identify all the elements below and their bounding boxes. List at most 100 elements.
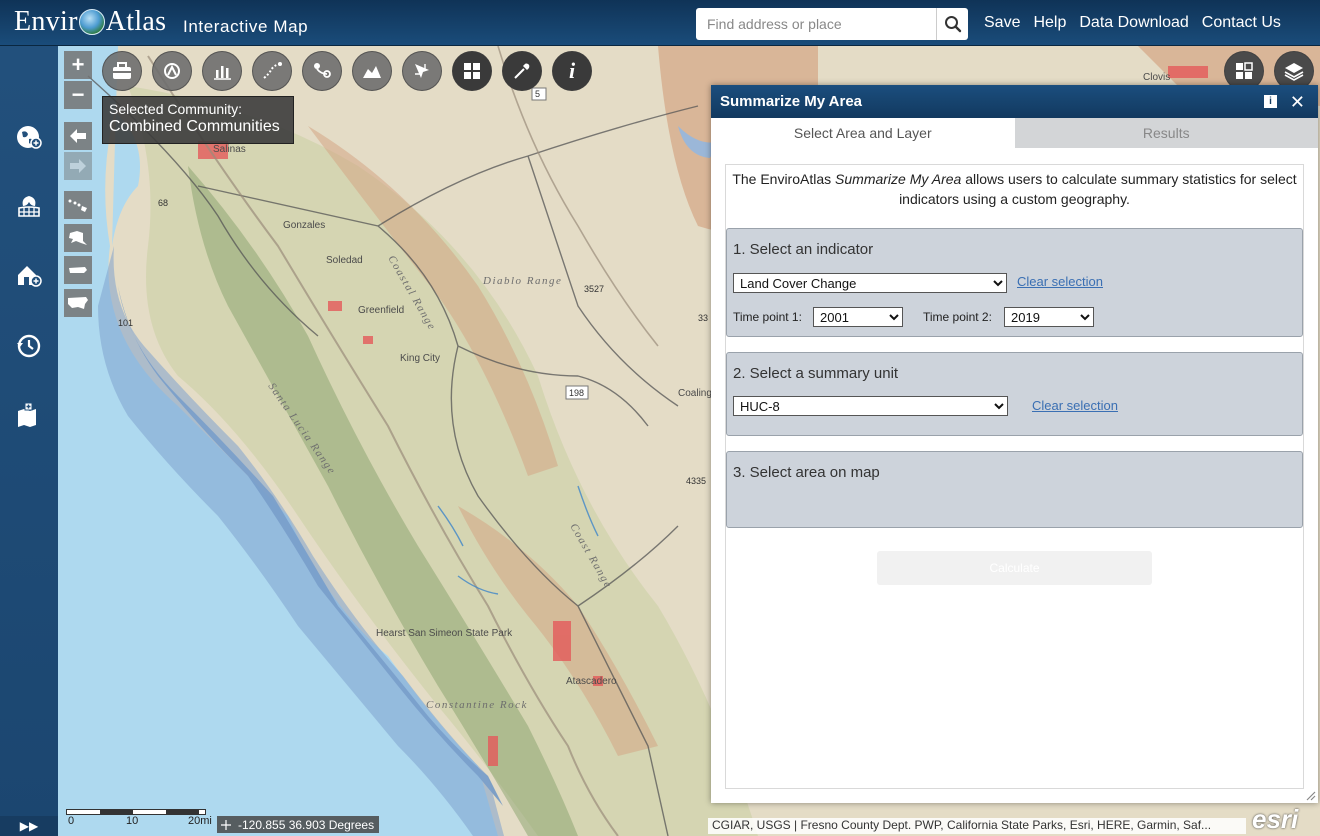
- grid-four-icon: [464, 63, 480, 79]
- map-label-king-city: King City: [400, 353, 440, 364]
- logo-text-right: Atlas: [105, 6, 167, 37]
- select-cursor-icon: [415, 64, 429, 78]
- panel-info-icon[interactable]: i: [1264, 95, 1277, 108]
- trace-path-icon: [263, 62, 282, 79]
- road-shield-68: 68: [158, 198, 168, 208]
- map-label-salinas: Salinas: [213, 144, 246, 155]
- elevation-4335: 4335: [686, 476, 706, 486]
- usa-icon: [68, 297, 88, 309]
- tab-results[interactable]: Results: [1014, 118, 1318, 148]
- add-map-layer-button[interactable]: [12, 398, 46, 432]
- enviroatlas-logo[interactable]: Envir Atlas: [14, 6, 166, 38]
- map-plus-icon: [18, 402, 36, 427]
- double-chevron-right-icon: ▶▶: [19, 819, 39, 833]
- tool-toolbox[interactable]: [102, 51, 142, 91]
- zoom-out-button[interactable]: −: [64, 81, 92, 109]
- clock-history-icon: [17, 334, 41, 358]
- tool-eyedropper[interactable]: [502, 51, 542, 91]
- time-point-1-select[interactable]: 2001: [813, 307, 903, 327]
- indicator-select[interactable]: Land Cover Change: [733, 273, 1007, 293]
- coordinate-value: -120.855 36.903 Degrees: [238, 817, 375, 832]
- selected-community-caption: Selected Community:: [109, 101, 243, 117]
- tool-identify-select[interactable]: [402, 51, 442, 91]
- map-label-atascadero: Atascadero: [566, 676, 617, 687]
- arrow-right-icon: [70, 159, 86, 173]
- selected-community-value: Combined Communities: [109, 118, 280, 135]
- panel-tabs: Select Area and Layer Results: [711, 118, 1318, 148]
- calculate-button[interactable]: Calculate: [877, 551, 1152, 585]
- map-label-soledad: Soledad: [326, 255, 363, 266]
- globe-icon: [78, 9, 105, 35]
- nav-help[interactable]: Help: [1033, 14, 1066, 32]
- step3-title: 3. Select area on map: [733, 464, 880, 481]
- nav-data-download[interactable]: Data Download: [1079, 14, 1188, 32]
- tool-elevation-profile[interactable]: [352, 51, 392, 91]
- search-icon: [944, 16, 961, 33]
- resize-handle-icon[interactable]: [1304, 789, 1316, 801]
- extent-conus-button[interactable]: [64, 289, 92, 317]
- extent-alaska-button[interactable]: [64, 224, 92, 252]
- left-sidebar: ▶▶: [0, 46, 58, 836]
- search-button[interactable]: [936, 8, 968, 40]
- bar-chart-icon: [214, 66, 231, 80]
- intro-text-emphasis: Summarize My Area: [835, 171, 962, 187]
- road-shield-198: 198: [569, 388, 584, 398]
- elevation-profile-icon: [363, 66, 381, 78]
- puerto-rico-icon: [69, 267, 87, 273]
- nav-contact-us[interactable]: Contact Us: [1202, 14, 1281, 32]
- elevation-3527: 3527: [584, 284, 604, 294]
- scale-bar: 0 10 20mi: [66, 809, 212, 827]
- map-label-greenfield: Greenfield: [358, 305, 404, 316]
- map-attribution: CGIAR, USGS | Fresno County Dept. PWP, C…: [708, 818, 1246, 834]
- road-shield-101: 101: [118, 318, 133, 328]
- crosshair-icon: [221, 819, 231, 830]
- extent-hawaii-button[interactable]: [64, 191, 92, 219]
- people-built-spaces-button[interactable]: [12, 258, 46, 292]
- clear-summary-unit-link[interactable]: Clear selection: [1032, 398, 1118, 413]
- app-window: Envir Atlas Interactive Map Save Help Da…: [0, 0, 1320, 836]
- search-input[interactable]: [696, 8, 936, 40]
- raindrop-path-icon: [314, 63, 331, 78]
- tab-select-area-and-layer[interactable]: Select Area and Layer: [711, 118, 1015, 148]
- clear-indicator-link[interactable]: Clear selection: [1017, 274, 1103, 289]
- panel-close-icon[interactable]: ✕: [1290, 92, 1305, 113]
- time-point-2-select[interactable]: 2019: [1004, 307, 1094, 327]
- map-label-diablo-range: Diablo Range: [482, 275, 562, 287]
- header-nav: Save Help Data Download Contact Us: [984, 14, 1281, 32]
- add-data-globe-button[interactable]: [12, 120, 46, 154]
- intro-text: The EnviroAtlas Summarize My Area allows…: [726, 165, 1303, 213]
- community-icon: [164, 63, 180, 79]
- tool-summarize-my-area[interactable]: [452, 51, 492, 91]
- extent-puerto-rico-button[interactable]: [64, 256, 92, 284]
- intro-text-start: The EnviroAtlas: [732, 171, 836, 187]
- expand-sidebar-button[interactable]: ▶▶: [0, 816, 58, 836]
- next-extent-button[interactable]: [64, 152, 92, 180]
- ecosystem-services-button[interactable]: [12, 189, 46, 223]
- zoom-in-button[interactable]: +: [64, 51, 92, 79]
- scale-label-10: 10: [126, 815, 139, 827]
- scale-label-20: 20mi: [188, 815, 212, 827]
- coordinate-readout[interactable]: -120.855 36.903 Degrees: [217, 816, 380, 833]
- tool-trace[interactable]: [252, 51, 292, 91]
- previous-extent-button[interactable]: [64, 122, 92, 150]
- tool-community-select[interactable]: [152, 51, 192, 91]
- scale-label-0: 0: [68, 815, 75, 827]
- panel-title: Summarize My Area: [720, 93, 863, 110]
- nav-save[interactable]: Save: [984, 14, 1020, 32]
- app-header: Envir Atlas Interactive Map Save Help Da…: [0, 0, 1320, 46]
- tool-info[interactable]: i: [552, 51, 592, 91]
- search-box: [696, 8, 968, 40]
- step1-title: 1. Select an indicator: [733, 241, 874, 258]
- road-shield-5: 5: [535, 89, 540, 99]
- toolbox-icon: [113, 62, 131, 79]
- tool-charts[interactable]: [202, 51, 242, 91]
- step-select-summary-unit: 2. Select a summary unit HUC-8 Clear sel…: [726, 352, 1303, 436]
- history-button[interactable]: [12, 329, 46, 363]
- plant-globe-icon: [18, 196, 40, 217]
- map-label-constantine-rock: Constantine Rock: [426, 699, 528, 711]
- summarize-my-area-panel: Summarize My Area i ✕ Select Area and La…: [711, 85, 1318, 803]
- summary-unit-select[interactable]: HUC-8: [733, 396, 1008, 416]
- step-select-indicator: 1. Select an indicator Land Cover Change…: [726, 228, 1303, 337]
- panel-body: The EnviroAtlas Summarize My Area allows…: [725, 164, 1304, 789]
- tool-raindrop[interactable]: [302, 51, 342, 91]
